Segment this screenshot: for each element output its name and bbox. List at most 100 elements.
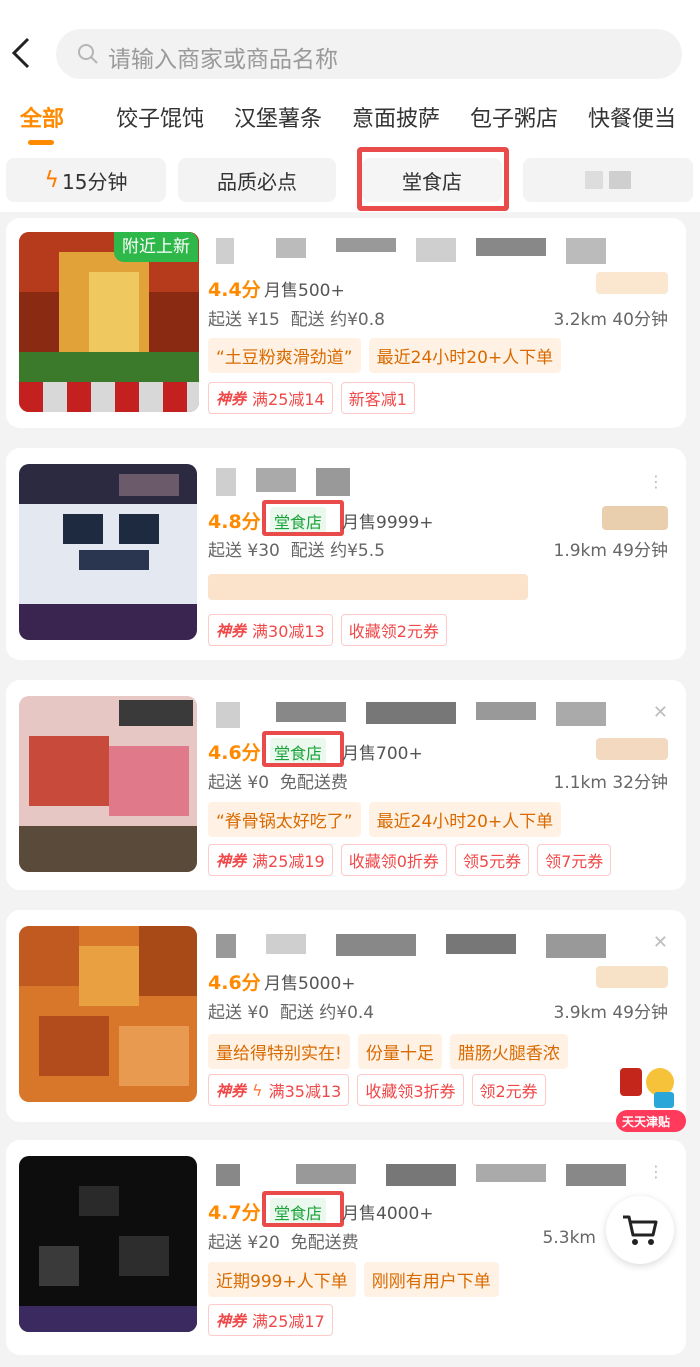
- highlight-tag: 刚刚有用户下单: [363, 1262, 499, 1297]
- min-order: 起送 ¥30: [208, 541, 280, 561]
- store-card-2[interactable]: ⋮ 4.8分 堂食店 月售9999+ 起送 ¥30 配送 约¥5.5 1.9km…: [6, 448, 686, 660]
- store-delivery-info: 起送 ¥15 配送 约¥0.8: [208, 305, 385, 330]
- store-delivery-info: 起送 ¥30 配送 约¥5.5: [208, 536, 385, 561]
- store-rating: 4.4分: [208, 279, 261, 301]
- store-rating: 4.6分: [208, 972, 261, 994]
- filter-15min[interactable]: ϟ 15分钟: [6, 158, 166, 202]
- store-promos: 神券 满30减13 收藏领2元券: [208, 614, 447, 646]
- store-image-4: [19, 926, 197, 1102]
- tab-fast-food[interactable]: 快餐便当: [588, 101, 676, 133]
- highlight-tag: “脊骨锅太好吃了”: [208, 802, 361, 837]
- new-nearby-badge: 附近上新: [114, 232, 198, 262]
- store-distance-time: 3.2km 40分钟: [553, 310, 668, 330]
- back-arrow-icon[interactable]: [8, 36, 34, 70]
- coupon-badge: 神券: [216, 851, 247, 870]
- filter-bar: ϟ 15分钟 品质必点 堂食店: [0, 150, 700, 212]
- store-monthly-sales: 月售9999+: [342, 513, 434, 533]
- promo-tag[interactable]: 领2元券: [471, 1074, 546, 1106]
- highlight-box-dinein: [262, 1191, 344, 1227]
- store-card-1[interactable]: 附近上新 4.4分 月售500+ 起送 ¥15 配送 约¥0.8 3.2km 4…: [6, 218, 686, 428]
- close-icon[interactable]: ✕: [653, 932, 668, 953]
- tab-all[interactable]: 全部: [20, 101, 64, 133]
- tab-burgers[interactable]: 汉堡薯条: [234, 101, 322, 133]
- store-card-3[interactable]: ✕ 4.6分 堂食店 月售700+ 起送 ¥0 免配送费 1.1km 32分钟 …: [6, 680, 686, 890]
- highlight-tag: 最近24小时20+人下单: [368, 802, 562, 837]
- store-delivery-info: 起送 ¥0 免配送费: [208, 768, 348, 793]
- store-card-5[interactable]: ⋮ 4.7分 堂食店 月售4000+ 起送 ¥20 免配送费 5.3km 近期9…: [6, 1140, 686, 1355]
- highlight-box-filter: [357, 147, 509, 211]
- store-image-3: [19, 696, 197, 872]
- store-name-2: [216, 468, 376, 498]
- more-options-icon[interactable]: ⋮: [648, 1162, 664, 1181]
- store-monthly-sales: 月售4000+: [342, 1204, 434, 1224]
- store-delivery-info: 起送 ¥20 免配送费: [208, 1228, 359, 1253]
- promo-tag[interactable]: 收藏领2元券: [340, 614, 447, 646]
- tab-buns-porridge[interactable]: 包子粥店: [470, 101, 558, 133]
- promo-text: 满25减17: [252, 1312, 325, 1331]
- store-highlights: 近期999+人下单 刚刚有用户下单: [208, 1262, 499, 1297]
- store-card-4[interactable]: ✕ 4.6分 月售5000+ 起送 ¥0 配送 约¥0.4 3.9km 49分钟…: [6, 910, 686, 1122]
- category-tabs: 全部 饺子馄饨 汉堡薯条 意面披萨 包子粥店 快餐便当: [0, 95, 700, 155]
- coupon-badge: 神券: [216, 621, 247, 640]
- store-rating: 4.7分: [208, 1202, 261, 1224]
- delivery-fee: 配送 约¥0.8: [290, 310, 385, 330]
- promo-tag[interactable]: 神券 满25减17: [208, 1304, 333, 1336]
- cart-icon: [623, 1215, 658, 1245]
- store-delivery-info: 起送 ¥0 配送 约¥0.4: [208, 998, 374, 1023]
- brand-tag: [596, 738, 668, 760]
- min-order: 起送 ¥0: [208, 773, 270, 793]
- active-tab-indicator: [28, 140, 54, 145]
- store-monthly-sales: 月售700+: [342, 744, 423, 764]
- search-icon: [78, 44, 98, 64]
- store-name-3: [216, 702, 616, 732]
- close-icon[interactable]: ✕: [653, 702, 668, 723]
- more-options-icon[interactable]: ⋮: [648, 472, 664, 491]
- store-distance-time: 5.3km: [542, 1228, 596, 1248]
- search-placeholder: 请输入商家或商品名称: [108, 47, 338, 73]
- promo-tag[interactable]: 神券 满30减13: [208, 614, 333, 646]
- promo-tag[interactable]: 新客减1: [340, 382, 415, 414]
- bolt-icon: ϟ: [252, 1080, 263, 1100]
- store-highlights: “脊骨锅太好吃了” 最近24小时20+人下单: [208, 802, 562, 837]
- store-promos: 神券 满25减14 新客减1: [208, 382, 415, 414]
- highlight-tag: 最近24小时20+人下单: [368, 338, 562, 373]
- coupon-badge: 神券: [216, 1081, 247, 1100]
- brand-tag: [596, 272, 668, 294]
- promo-tag[interactable]: 神券 ϟ 满35减13: [208, 1074, 350, 1106]
- highlight-tag: 近期999+人下单: [208, 1262, 356, 1297]
- promo-text: 满25减14: [252, 390, 325, 409]
- store-promos: 神券 满25减17: [208, 1304, 333, 1336]
- filter-quality[interactable]: 品质必点: [178, 158, 336, 202]
- promo-text: 满35减13: [268, 1082, 342, 1101]
- highlight-tag: 量给得特别实在!: [208, 1034, 350, 1069]
- min-order: 起送 ¥20: [208, 1233, 280, 1253]
- tab-pasta-pizza[interactable]: 意面披萨: [352, 101, 440, 133]
- promo-tag[interactable]: 神券 满25减19: [208, 844, 333, 876]
- cart-button[interactable]: [606, 1196, 674, 1264]
- daily-subsidy-badge[interactable]: 天天津贴: [614, 1060, 688, 1134]
- highlight-tag: 腊肠火腿香浓: [449, 1034, 568, 1069]
- delivery-fee: 配送 约¥5.5: [290, 541, 385, 561]
- tab-dumplings[interactable]: 饺子馄饨: [116, 101, 204, 133]
- lightning-icon: ϟ: [44, 167, 60, 193]
- promo-tag[interactable]: 领5元券: [454, 844, 530, 876]
- store-name-4: [216, 934, 626, 964]
- promo-tag[interactable]: 神券 满25减14: [208, 382, 333, 414]
- filter-obscured[interactable]: [523, 158, 693, 202]
- store-rating: 4.8分: [208, 511, 261, 533]
- promo-text: 满25减19: [252, 852, 325, 871]
- store-monthly-sales: 月售5000+: [264, 974, 356, 994]
- filter-quality-label: 品质必点: [217, 169, 297, 194]
- promo-tag[interactable]: 收藏领0折券: [340, 844, 447, 876]
- store-monthly-sales: 月售500+: [264, 281, 345, 301]
- highlight-tag: “土豆粉爽滑劲道”: [208, 338, 361, 373]
- search-input[interactable]: 请输入商家或商品名称: [56, 29, 682, 79]
- promo-text: 满30减13: [252, 622, 325, 641]
- store-image-1: 附近上新: [19, 232, 199, 412]
- promo-tag[interactable]: 领7元券: [537, 844, 612, 876]
- min-order: 起送 ¥0: [208, 1003, 270, 1023]
- highlight-tag: 份量十足: [357, 1034, 442, 1069]
- store-image-2: [19, 464, 197, 640]
- promo-tag[interactable]: 收藏领3折券: [357, 1074, 464, 1106]
- store-highlights: 量给得特别实在! 份量十足 腊肠火腿香浓: [208, 1034, 568, 1069]
